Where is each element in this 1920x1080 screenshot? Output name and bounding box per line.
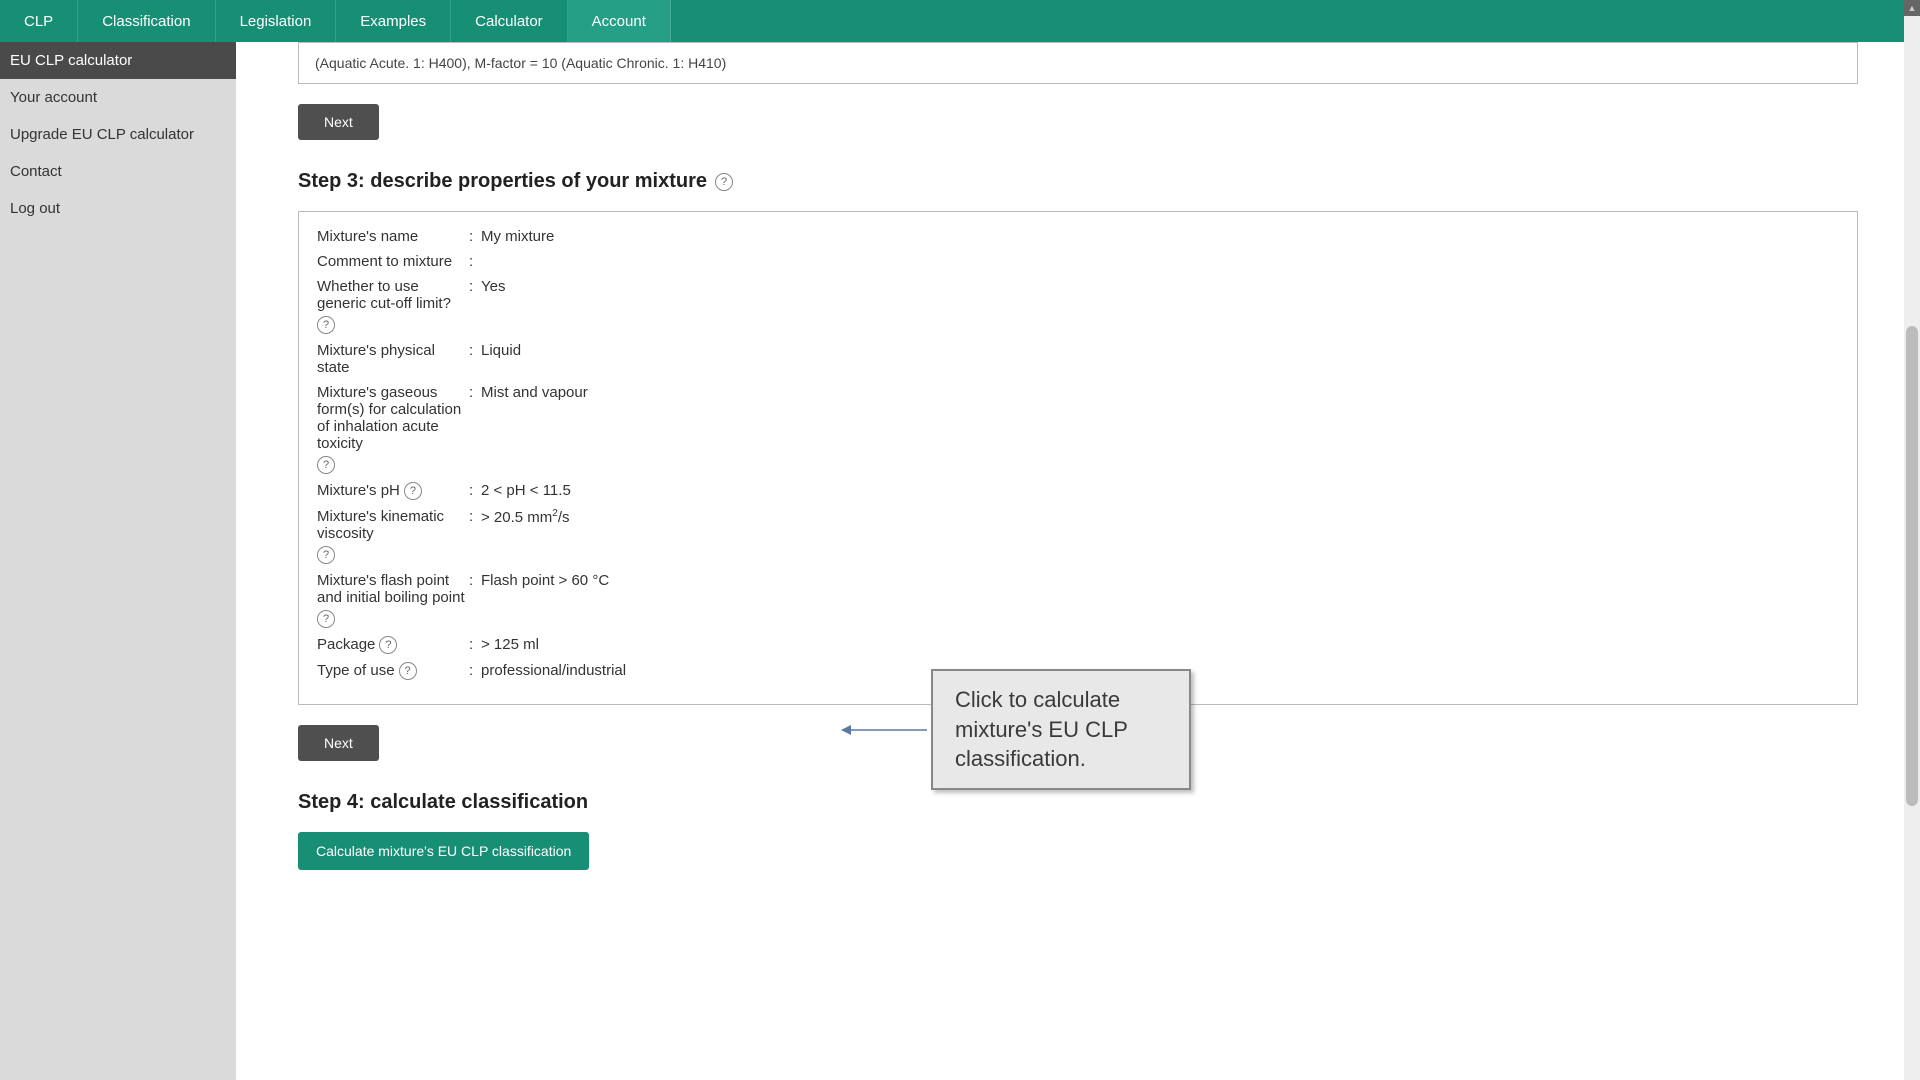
property-row: Mixture's physical state:Liquid (317, 342, 1839, 376)
property-label: Mixture's pH? (317, 482, 469, 500)
property-row: Mixture's gaseous form(s) for calculatio… (317, 384, 1839, 474)
help-icon[interactable]: ? (317, 610, 335, 628)
property-value: > 125 ml (481, 636, 1839, 654)
arrow-left-icon (839, 720, 929, 740)
colon: : (469, 228, 481, 245)
help-icon[interactable]: ? (317, 316, 335, 334)
colon: : (469, 636, 481, 654)
step2-summary-text: (Aquatic Acute. 1: H400), M-factor = 10 … (315, 55, 726, 71)
step2-summary-box: (Aquatic Acute. 1: H400), M-factor = 10 … (298, 42, 1858, 84)
callout: Click to calculate mixture's EU CLP clas… (839, 669, 1191, 790)
main-content: (Aquatic Acute. 1: H400), M-factor = 10 … (236, 42, 1920, 1080)
property-label: Type of use? (317, 662, 469, 680)
topnav-item-classification[interactable]: Classification (78, 0, 215, 42)
top-nav: CLPClassificationLegislationExamplesCalc… (0, 0, 1920, 42)
sidebar: EU CLP calculatorYour accountUpgrade EU … (0, 42, 236, 1080)
property-label: Mixture's name (317, 228, 469, 245)
topnav-item-legislation[interactable]: Legislation (216, 0, 337, 42)
colon: : (469, 508, 481, 564)
step3-heading: Step 3: describe properties of your mixt… (298, 170, 1858, 193)
colon: : (469, 342, 481, 376)
help-icon[interactable]: ? (317, 546, 335, 564)
property-row: Mixture's name:My mixture (317, 228, 1839, 245)
property-value: Yes (481, 278, 1839, 334)
property-row: Whether to use generic cut-off limit??:Y… (317, 278, 1839, 334)
colon: : (469, 482, 481, 500)
step4-heading: Step 4: calculate classification (298, 791, 1858, 814)
step3-next-button[interactable]: Next (298, 725, 379, 761)
help-icon[interactable]: ? (379, 636, 397, 654)
property-label: Comment to mixture (317, 253, 469, 270)
property-row: Mixture's flash point and initial boilin… (317, 572, 1839, 628)
help-icon[interactable]: ? (404, 482, 422, 500)
property-label: Mixture's physical state (317, 342, 469, 376)
sidebar-item-your-account[interactable]: Your account (0, 79, 236, 116)
calculate-classification-button[interactable]: Calculate mixture's EU CLP classificatio… (298, 832, 589, 870)
sidebar-item-contact[interactable]: Contact (0, 153, 236, 190)
property-value: > 20.5 mm2/s (481, 508, 1839, 564)
callout-text: Click to calculate mixture's EU CLP clas… (955, 687, 1128, 771)
sidebar-item-eu-clp-calculator[interactable]: EU CLP calculator (0, 42, 236, 79)
property-row: Mixture's pH?:2 < pH < 11.5 (317, 482, 1839, 500)
property-row: Mixture's kinematic viscosity?:> 20.5 mm… (317, 508, 1839, 564)
step2-next-button[interactable]: Next (298, 104, 379, 140)
help-icon[interactable]: ? (715, 173, 733, 191)
callout-box: Click to calculate mixture's EU CLP clas… (931, 669, 1191, 790)
colon: : (469, 662, 481, 680)
help-icon[interactable]: ? (399, 662, 417, 680)
property-label: Package? (317, 636, 469, 654)
property-row: Comment to mixture: (317, 253, 1839, 270)
scrollbar-track[interactable] (1904, 16, 1920, 1080)
property-value: 2 < pH < 11.5 (481, 482, 1839, 500)
topnav-item-examples[interactable]: Examples (336, 0, 451, 42)
property-value (481, 253, 1839, 270)
property-label: Mixture's flash point and initial boilin… (317, 572, 469, 628)
topnav-item-clp[interactable]: CLP (0, 0, 78, 42)
topnav-item-account[interactable]: Account (568, 0, 671, 42)
colon: : (469, 572, 481, 628)
property-value: Mist and vapour (481, 384, 1839, 474)
scroll-up-icon[interactable]: ▲ (1904, 0, 1920, 16)
step3-properties-box: Mixture's name:My mixtureComment to mixt… (298, 211, 1858, 705)
sidebar-item-upgrade-eu-clp-calculator[interactable]: Upgrade EU CLP calculator (0, 116, 236, 153)
property-row: Package?:> 125 ml (317, 636, 1839, 654)
scrollbar-thumb[interactable] (1906, 326, 1918, 806)
colon: : (469, 253, 481, 270)
help-icon[interactable]: ? (317, 456, 335, 474)
topnav-item-calculator[interactable]: Calculator (451, 0, 568, 42)
step4-heading-text: Step 4: calculate classification (298, 791, 588, 814)
colon: : (469, 384, 481, 474)
property-value: My mixture (481, 228, 1839, 245)
property-label: Mixture's kinematic viscosity? (317, 508, 469, 564)
colon: : (469, 278, 481, 334)
sidebar-item-log-out[interactable]: Log out (0, 190, 236, 227)
step3-heading-text: Step 3: describe properties of your mixt… (298, 170, 707, 193)
property-label: Mixture's gaseous form(s) for calculatio… (317, 384, 469, 474)
property-label: Whether to use generic cut-off limit?? (317, 278, 469, 334)
property-value: Flash point > 60 °C (481, 572, 1839, 628)
property-value: Liquid (481, 342, 1839, 376)
